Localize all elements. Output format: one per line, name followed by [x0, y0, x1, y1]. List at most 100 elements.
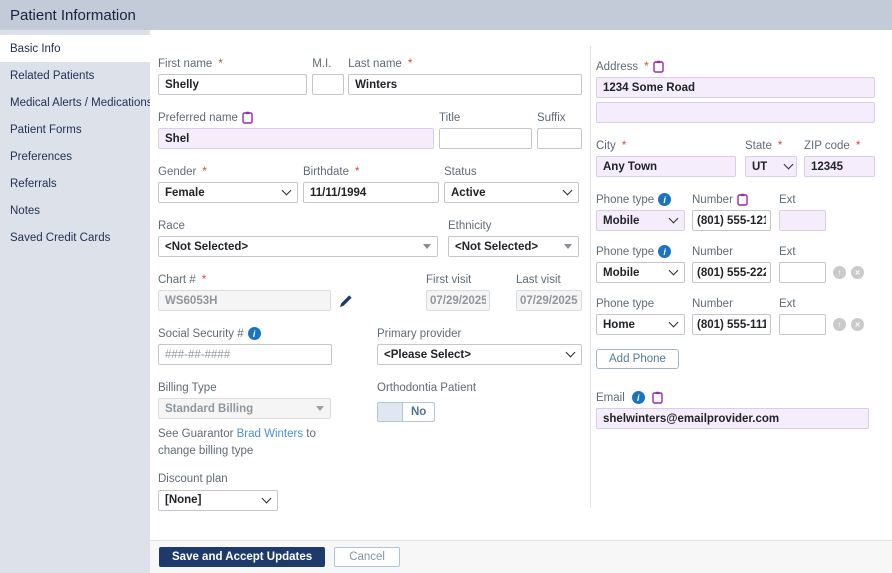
required-marker: * [218, 58, 222, 70]
race-label: Race [158, 219, 438, 232]
sidebar-item-patient-forms[interactable]: Patient Forms [0, 116, 150, 143]
clipboard-icon[interactable] [242, 111, 253, 124]
save-button[interactable]: Save and Accept Updates [159, 547, 325, 567]
phone-number-input[interactable] [692, 210, 771, 231]
phone-ext-input[interactable] [779, 210, 826, 231]
birthdate-input[interactable] [303, 182, 439, 203]
ethnicity-select[interactable]: <Not Selected> [448, 236, 579, 257]
first-name-input[interactable] [158, 74, 307, 95]
mi-input[interactable] [312, 74, 344, 95]
sidebar-item-medical-alerts[interactable]: Medical Alerts / Medications [0, 89, 150, 116]
primary-provider-select[interactable]: <Please Select> [377, 344, 582, 365]
phone-type-select[interactable]: Home [596, 314, 685, 335]
address-line2-input[interactable] [596, 102, 875, 123]
suffix-input[interactable] [537, 128, 582, 149]
preferred-name-label: Preferred name [158, 111, 434, 124]
required-marker: * [355, 166, 359, 178]
sidebar: Basic Info Related Patients Medical Aler… [0, 30, 150, 573]
preferred-name-input[interactable] [158, 128, 434, 149]
chevron-down-icon [563, 186, 573, 196]
add-phone-button[interactable]: Add Phone [596, 349, 679, 369]
sidebar-item-saved-credit-cards[interactable]: Saved Credit Cards [0, 224, 150, 251]
move-up-icon[interactable] [833, 318, 846, 331]
required-marker: * [202, 274, 206, 286]
guarantor-note: See Guarantor Brad Winters to change bil… [158, 426, 348, 461]
remove-phone-icon[interactable] [851, 266, 864, 279]
phone-ext-label: Ext [779, 297, 826, 310]
phone-type-label: Phone type [596, 245, 685, 258]
clipboard-icon[interactable] [737, 193, 748, 206]
orthodontia-toggle[interactable]: No [377, 402, 582, 422]
toggle-track [377, 402, 403, 422]
info-icon[interactable] [632, 391, 645, 404]
sidebar-item-referrals[interactable]: Referrals [0, 170, 150, 197]
address-line1-input[interactable] [596, 77, 875, 98]
phone-number-label: Number [692, 297, 771, 310]
suffix-label: Suffix [537, 111, 582, 124]
race-select[interactable]: <Not Selected> [158, 236, 438, 257]
first-visit-input [426, 290, 490, 311]
gender-label: Gender* [158, 165, 298, 178]
clipboard-icon[interactable] [652, 391, 663, 404]
required-marker: * [622, 140, 626, 152]
discount-plan-select[interactable]: [None] [158, 490, 278, 511]
phone-ext-input[interactable] [779, 262, 826, 283]
address-label: Address* [596, 60, 875, 73]
pencil-icon[interactable] [339, 294, 353, 308]
status-label: Status [444, 165, 579, 178]
last-name-label: Last name* [348, 57, 582, 70]
phone-ext-input[interactable] [779, 314, 826, 335]
chevron-down-icon [669, 266, 679, 276]
city-input[interactable] [596, 156, 736, 177]
ssn-label: Social Security # [158, 327, 332, 340]
caret-down-icon [564, 244, 572, 249]
last-visit-input [516, 290, 582, 311]
sidebar-item-notes[interactable]: Notes [0, 197, 150, 224]
chevron-down-icon [669, 318, 679, 328]
move-up-icon[interactable] [833, 266, 846, 279]
page-title: Patient Information [10, 7, 136, 24]
chevron-down-icon [282, 186, 292, 196]
column-divider [590, 46, 591, 508]
title-input[interactable] [439, 128, 532, 149]
phone-number-label: Number [692, 245, 771, 258]
last-visit-label: Last visit [516, 273, 582, 286]
email-input[interactable] [596, 408, 869, 429]
required-marker: * [856, 140, 860, 152]
phone-type-select[interactable]: Mobile [596, 262, 685, 283]
chevron-down-icon [262, 493, 272, 503]
required-marker: * [408, 58, 412, 70]
sidebar-item-preferences[interactable]: Preferences [0, 143, 150, 170]
phone-type-select[interactable]: Mobile [596, 210, 685, 231]
last-name-input[interactable] [348, 74, 582, 95]
sidebar-item-basic-info[interactable]: Basic Info [0, 35, 150, 62]
caret-down-icon [316, 406, 324, 411]
mi-label: M.I. [312, 57, 344, 70]
chevron-down-icon [566, 348, 576, 358]
cancel-button[interactable]: Cancel [334, 547, 400, 567]
chart-number-label: Chart #* [158, 273, 331, 286]
required-marker: * [202, 166, 206, 178]
sidebar-item-related-patients[interactable]: Related Patients [0, 62, 150, 89]
page-header: Patient Information [0, 0, 892, 30]
billing-type-select: Standard Billing [158, 398, 331, 419]
clipboard-icon[interactable] [653, 60, 664, 73]
chevron-down-icon [669, 214, 679, 224]
basic-info-form: First name* M.I. Last name* Pre [150, 30, 582, 540]
state-select[interactable]: UT [745, 156, 797, 177]
phone-ext-label: Ext [779, 245, 826, 258]
orthodontia-label: Orthodontia Patient [377, 381, 582, 394]
remove-phone-icon[interactable] [851, 318, 864, 331]
status-select[interactable]: Active [444, 182, 579, 203]
info-icon[interactable] [658, 245, 671, 258]
gender-select[interactable]: Female [158, 182, 298, 203]
required-marker: * [644, 61, 648, 73]
phone-number-input[interactable] [692, 314, 771, 335]
guarantor-link[interactable]: Brad Winters [237, 428, 303, 440]
billing-type-label: Billing Type [158, 381, 374, 394]
info-icon[interactable] [658, 193, 671, 206]
zip-input[interactable] [804, 156, 875, 177]
phone-number-input[interactable] [692, 262, 771, 283]
ssn-input[interactable] [158, 344, 332, 365]
info-icon[interactable] [248, 327, 261, 340]
